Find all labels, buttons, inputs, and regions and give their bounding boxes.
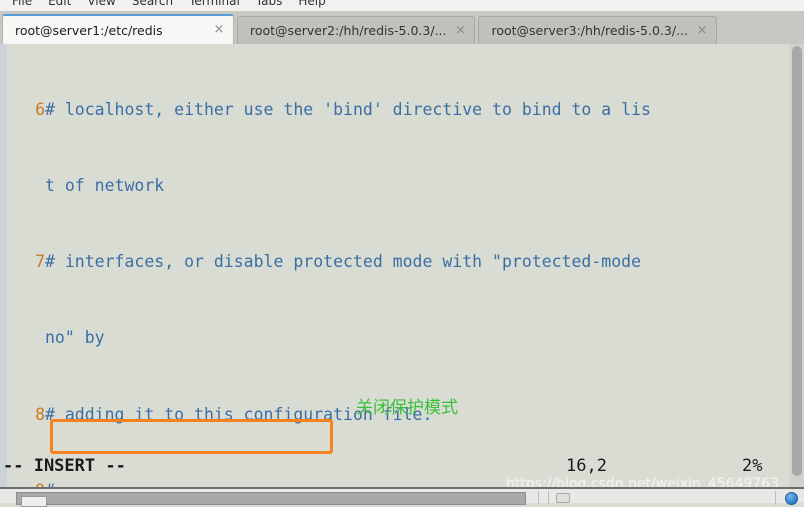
editor-line: 6# localhost, either use the 'bind' dire… [7,97,785,122]
tab-server3[interactable]: root@server3:/hh/redis-5.0.3/... × [478,16,717,44]
menu-item-terminal[interactable]: Terminal [181,0,248,11]
line-content: t of network [45,176,165,196]
menu-item-tabs[interactable]: Tabs [248,0,291,11]
tab-bar: root@server1:/etc/redis × root@server2:/… [0,11,804,44]
taskbar-second-item-label [576,492,706,504]
tab-server2[interactable]: root@server2:/hh/redis-5.0.3/... × [237,16,476,44]
line-number: 8 [35,404,45,424]
line-number: 6 [35,99,45,119]
tab-server1[interactable]: root@server1:/etc/redis × [2,14,234,44]
line-content: # localhost, either use the 'bind' direc… [45,99,651,119]
editor-text[interactable]: 6# localhost, either use the 'bind' dire… [7,46,785,487]
os-taskbar [0,487,804,507]
vim-editor[interactable]: 6# localhost, either use the 'bind' dire… [0,44,804,487]
tab-label: root@server1:/etc/redis [15,22,163,38]
scrollbar-thumb[interactable] [792,46,802,476]
taskbar-window-button[interactable] [16,492,526,507]
menu-item-search[interactable]: Search [124,0,181,11]
taskbar-second-item[interactable] [556,493,570,503]
tab-label: root@server2:/hh/redis-5.0.3/... [250,23,447,38]
line-number: 7 [35,252,45,272]
cursor-position: 16,2 [566,456,607,476]
annotation-label: 关闭保护模式 [356,398,458,418]
close-icon[interactable]: × [211,22,227,38]
menu-item-file[interactable]: File [4,0,40,11]
editor-line-wrap: no" by [7,325,785,350]
vertical-scrollbar[interactable] [790,44,804,487]
tab-label: root@server3:/hh/redis-5.0.3/... [491,23,688,38]
close-icon[interactable]: × [694,23,710,39]
editor-mode-indicator: -- INSERT -- [3,456,126,476]
line-content: no" by [45,328,105,348]
menu-item-edit[interactable]: Edit [40,0,79,11]
editor-left-margin [0,44,7,487]
status-indicator-icon[interactable] [785,492,798,505]
scroll-percentage: 2% [742,456,763,476]
line-number: 9 [7,478,45,487]
menu-item-view[interactable]: View [79,0,123,11]
window-icon [21,496,47,507]
terminal-window: File Edit View Search Terminal Tabs Help… [0,0,804,507]
editor-line-wrap: t of network [7,173,785,198]
menu-item-help[interactable]: Help [290,0,333,11]
close-icon[interactable]: × [452,23,468,39]
line-content: # interfaces, or disable protected mode … [45,252,642,272]
editor-line: 7# interfaces, or disable protected mode… [7,249,785,274]
